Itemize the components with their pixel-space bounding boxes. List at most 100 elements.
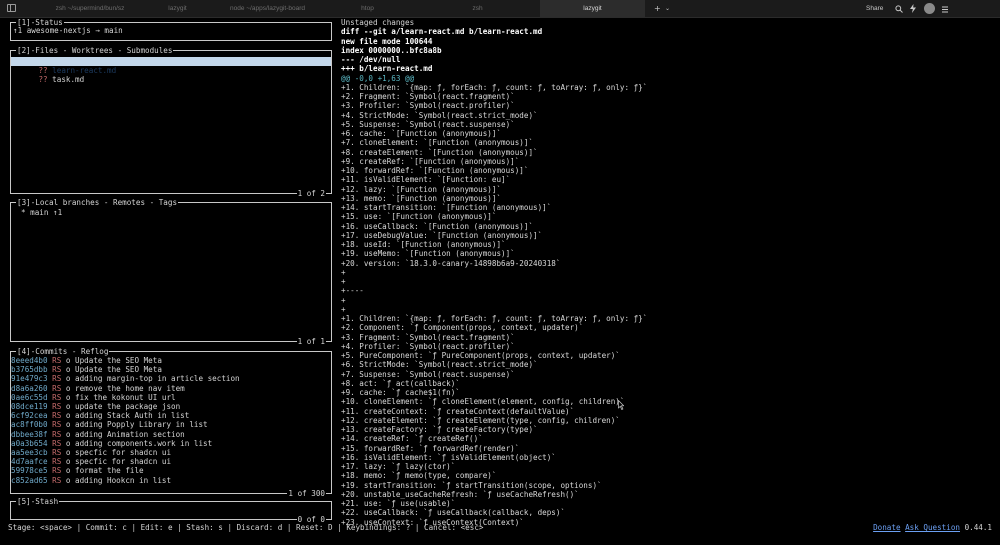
commit-message: adding margin-top in article section [75,374,240,384]
commit-hash: 0ae6c55d [11,392,48,402]
commit-row[interactable]: c852ad65 RS o adding Hookcn in list [11,476,171,485]
file-item-selected[interactable]: ?? learn-react.md [11,57,331,75]
commit-message: specfic for shadcn ui [75,448,172,457]
branches-panel[interactable]: [3]-Local branches - Remotes - Tags * ma… [10,198,332,346]
commit-hash: 8eeed4b0 [11,356,48,365]
commit-message: adding Stack Auth in list [75,411,190,421]
donate-link[interactable]: Donate [873,523,900,532]
diff-added-line: +13. memo: `[Function (anonymous)]` [341,193,502,203]
diff-added-line: +5. PureComponent: `ƒ PureComponent(prop… [341,351,620,360]
commit-row[interactable]: d8a6a260 RS o remove the home nav item [11,384,185,393]
files-panel-title: [2]-Files - Worktrees - Submodules [16,46,174,55]
diff-body: diff --git a/learn-react.md b/learn-reac… [341,27,1000,527]
new-tab-button[interactable]: + [654,0,661,17]
commit-row[interactable]: 8eeed4b0 RS o Update the SEO Meta [11,356,162,365]
commit-hash: 4d7aafce [11,457,48,467]
diff-panel-title: Unstaged changes [341,18,415,27]
commit-hash: dbbee38f [11,429,48,439]
branch-item[interactable]: * main ↑1 [21,208,62,217]
commit-row[interactable]: 6cf92cea RS o adding Stack Auth in list [11,411,189,420]
diff-header-line: new file mode 100644 [341,36,433,46]
tab-lazygit-active[interactable]: lazygit [540,0,645,17]
commit-author: RS [52,411,62,421]
commit-message: Update the SEO Meta [75,365,162,375]
diff-added-line: +1. Children: `{map: ƒ, forEach: ƒ, coun… [341,82,648,92]
diff-added-line: +12. lazy: `[Function (anonymous)]` [341,184,502,194]
bolt-icon[interactable] [909,0,917,17]
commits-panel[interactable]: [4]-Commits - Reflog 8eeed4b0 RS o Updat… [10,347,332,498]
diff-added-line: +15. forwardRef: `ƒ forwardRef(render)` [341,443,520,453]
diff-panel[interactable]: Unstaged changes diff --git a/learn-reac… [341,18,1000,527]
diff-added-line: +18. useId: `[Function (anonymous)]` [341,240,506,249]
commit-author: RS [52,466,62,476]
tab-zsh-supermind[interactable]: zsh ~/supermind/bun/sz [45,0,135,17]
tab-menu-chevron-icon[interactable]: ⌄ [665,0,670,17]
tab-zsh[interactable]: zsh [420,0,535,17]
diff-added-line: +13. createFactory: `ƒ createFactory(typ… [341,425,538,434]
diff-added-line: + [341,267,346,277]
diff-added-line: +8. act: `ƒ act(callback)` [341,378,460,388]
diff-header-line: +++ b/learn-react.md [341,64,433,74]
commit-author: RS [52,438,62,448]
commit-message: adding components.work in list [75,438,213,448]
commit-author: RS [52,448,62,457]
sidebar-toggle-icon[interactable] [7,4,16,12]
repo-status-line: ↑1 awesome-nextjs → main [13,26,123,35]
diff-added-line: +18. memo: `ƒ memo(type, compare)` [341,471,497,481]
commits-panel-title: [4]-Commits - Reflog [16,347,110,356]
commit-author: RS [52,365,62,375]
commit-graph-node: o [61,448,76,457]
commit-author: RS [52,420,62,430]
commit-row[interactable]: 08dce119 RS o update the package json [11,402,180,411]
diff-added-line: +1. Children: `{map: ƒ, forEach: ƒ, coun… [341,314,648,323]
commit-row[interactable]: 91e479c3 RS o adding margin-top in artic… [11,374,240,383]
file-status: ?? [38,75,48,85]
tab-node-lazygit-board[interactable]: node ~/apps/lazygit-board [220,0,315,17]
commit-author: RS [52,374,62,384]
commit-message: format the file [75,466,144,476]
stash-panel[interactable]: [5]-Stash 0 of 0 [10,497,332,524]
file-name: task.md [52,75,85,85]
menu-icon[interactable] [941,0,949,17]
commit-row[interactable]: a0a3b654 RS o adding components.work in … [11,439,212,448]
commit-row[interactable]: 0ae6c55d RS o fix the kokonut UI url [11,393,176,402]
diff-header-line: index 0000000..bfc8a8b [341,45,442,55]
search-icon[interactable] [895,0,903,17]
commit-graph-node: o [61,411,76,421]
status-panel[interactable]: [1]-Status ↑1 awesome-nextjs → main [10,18,332,41]
diff-added-line: +19. useMemo: `[Function (anonymous)]` [341,249,515,259]
commit-graph-node: o [61,402,76,411]
share-button[interactable]: Share [866,0,883,17]
diff-header-line: diff --git a/learn-react.md b/learn-reac… [341,27,543,37]
branches-panel-title: [3]-Local branches - Remotes - Tags [16,198,179,207]
version-label: 0.44.1 [964,523,992,532]
commit-graph-node: o [61,365,76,375]
commit-row[interactable]: b3765dbb RS o Update the SEO Meta [11,365,162,374]
tab-htop[interactable]: htop [320,0,415,17]
commit-row[interactable]: dbbee38f RS o adding Animation section [11,430,185,439]
commit-graph-node: o [61,438,76,448]
diff-added-line: +22. useCallback: `ƒ useCallback(callbac… [341,508,566,518]
diff-added-line: +6. cache: `[Function (anonymous)]` [341,129,502,138]
commit-row[interactable]: 4d7aafce RS o specfic for shadcn ui [11,457,171,466]
commit-row[interactable]: 59978ce5 RS o format the file [11,466,144,475]
commit-message: adding Hookcn in list [75,475,172,485]
file-item[interactable]: ?? task.md [11,66,84,84]
tab-lazygit-1[interactable]: lazygit [140,0,215,17]
commit-row[interactable]: ac8ff0b0 RS o adding Popply Library in l… [11,420,208,429]
commit-hash: c852ad65 [11,475,48,485]
diff-added-line: + [341,304,346,314]
diff-added-line: +4. StrictMode: `Symbol(react.strict_mod… [341,110,538,120]
commit-hash: aa5ee3cb [11,448,48,457]
diff-added-line: +11. createContext: `ƒ createContext(def… [341,406,575,416]
profile-avatar[interactable] [924,3,935,14]
diff-added-line: +11. isValidElement: `[Function: eu]` [341,175,511,185]
files-panel[interactable]: [2]-Files - Worktrees - Submodules ?? le… [10,46,332,198]
commit-hash: 91e479c3 [11,374,48,384]
commit-author: RS [52,457,62,467]
commit-hash: b3765dbb [11,365,48,375]
commit-row[interactable]: aa5ee3cb RS o specfic for shadcn ui [11,448,171,457]
ask-question-link[interactable]: Ask Question [905,523,960,532]
commit-author: RS [52,356,62,365]
commit-hash: d8a6a260 [11,383,48,393]
